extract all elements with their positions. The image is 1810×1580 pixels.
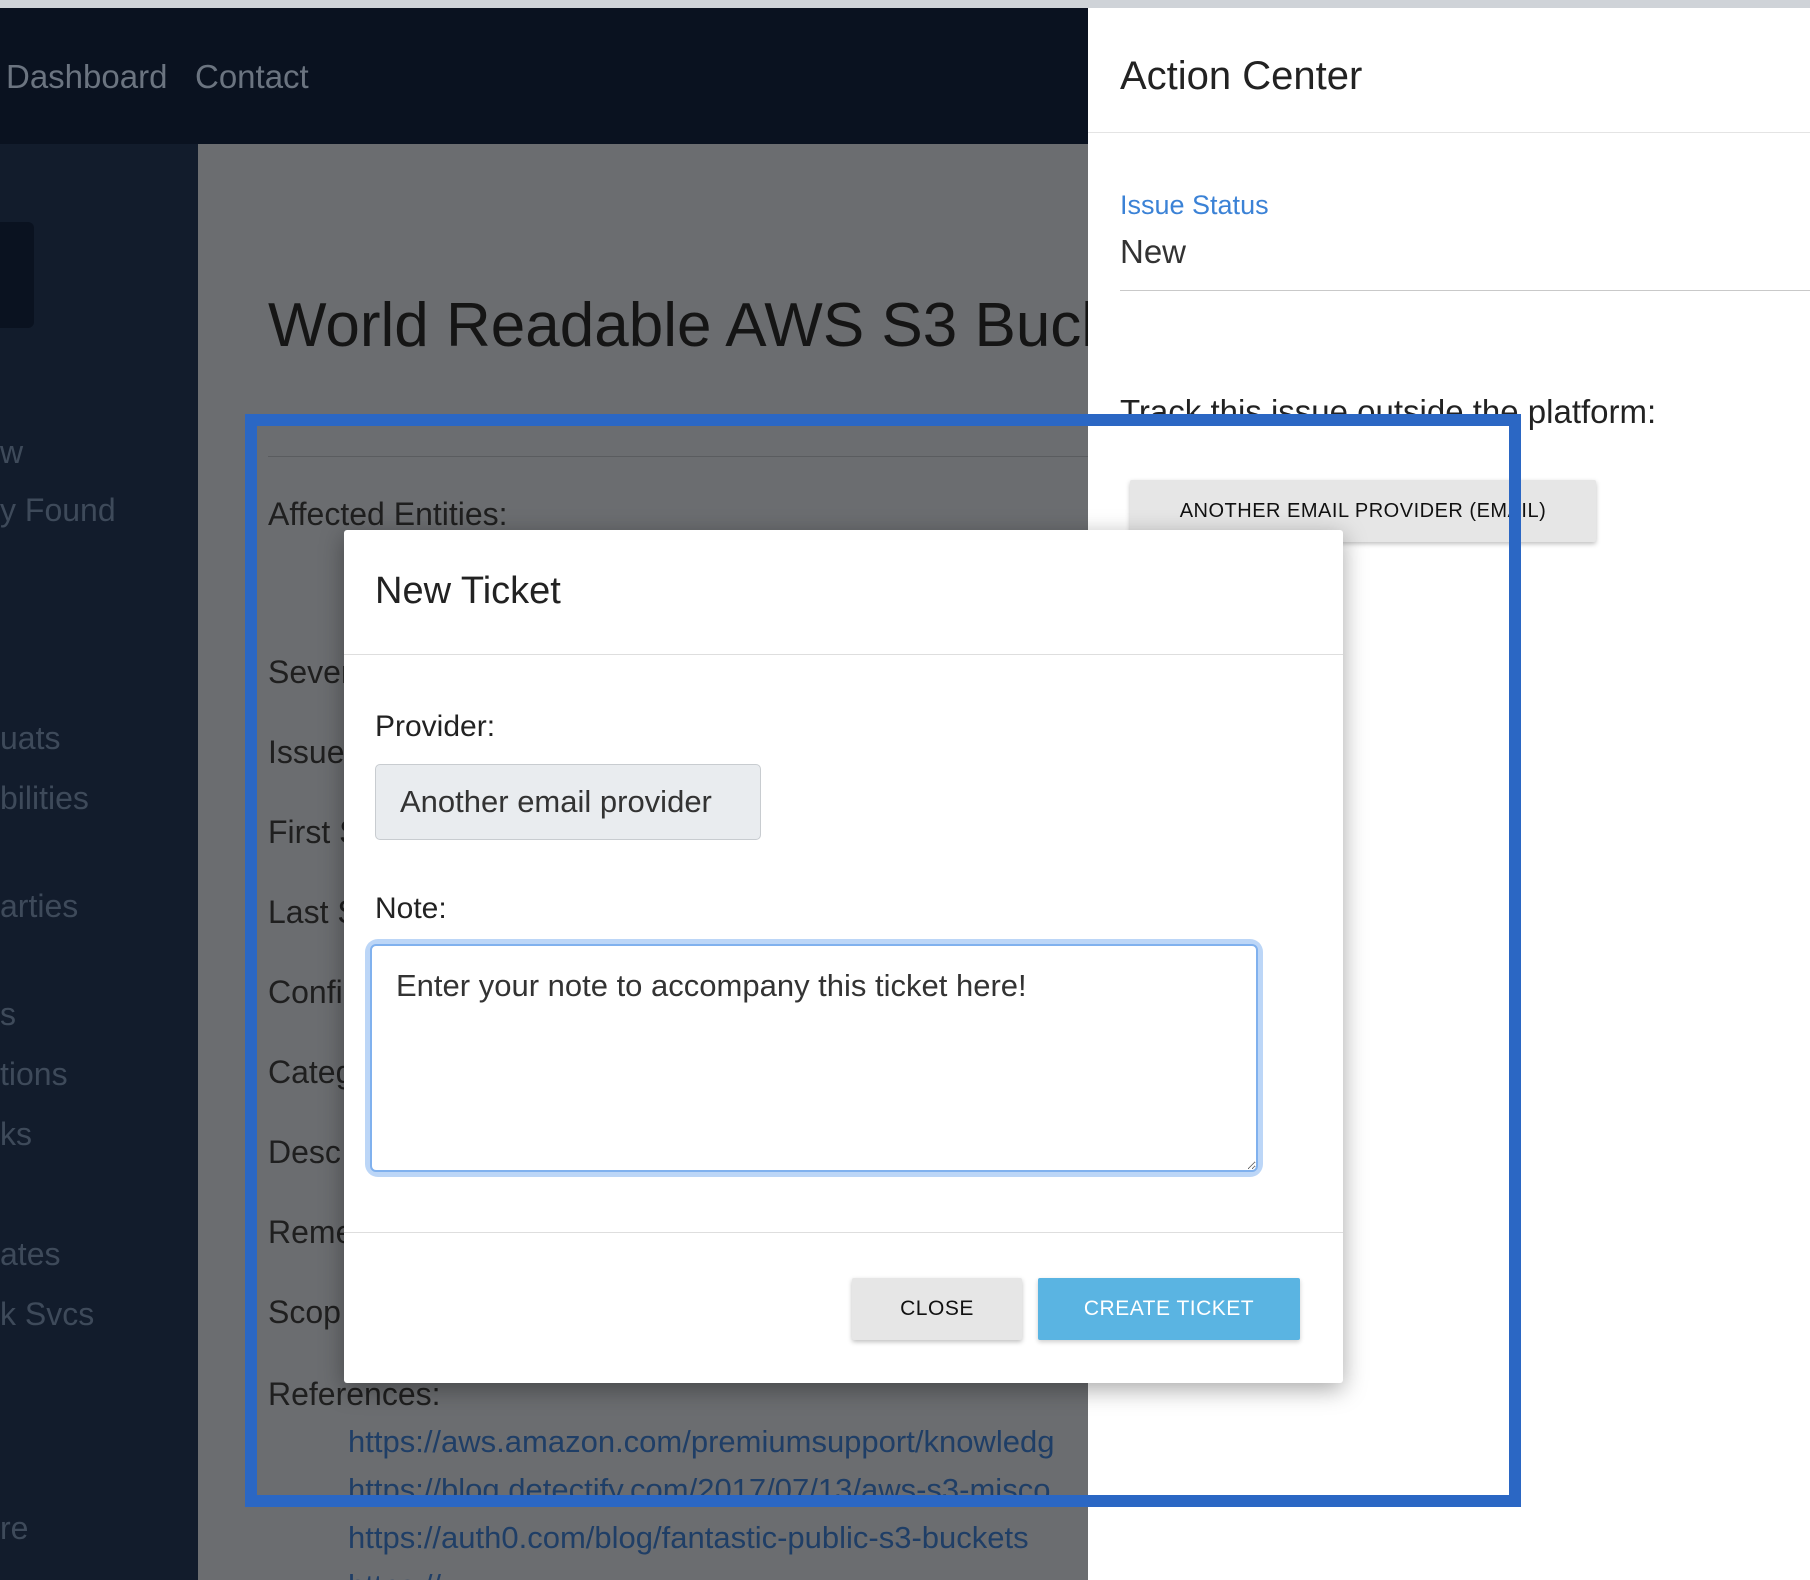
sidebar-item[interactable]: arties (0, 888, 78, 925)
note-textarea[interactable]: Enter your note to accompany this ticket… (370, 944, 1258, 1172)
field-label: Scop (268, 1294, 341, 1330)
close-button[interactable]: CLOSE (852, 1278, 1022, 1340)
note-label: Note: (375, 892, 447, 925)
nav-link-dashboard[interactable]: Dashboard (6, 58, 167, 96)
field-label: Reme (268, 1214, 354, 1250)
nav-link-contact[interactable]: Contact (195, 58, 309, 96)
top-strip (0, 0, 1810, 8)
reference-link[interactable]: https://... (348, 1568, 467, 1580)
sidebar-item[interactable]: tions (0, 1056, 68, 1093)
panel-title: Action Center (1120, 54, 1363, 98)
sidebar-item[interactable]: w (0, 434, 23, 471)
provider-field[interactable] (375, 764, 761, 840)
new-ticket-modal: New Ticket Provider: Note: Enter your no… (344, 530, 1343, 1383)
sidebar-item[interactable]: re (0, 1510, 28, 1547)
note-field-focus-ring: Enter your note to accompany this ticket… (370, 944, 1258, 1172)
sidebar-item[interactable]: k Svcs (0, 1296, 94, 1333)
sidebar: w y Found uats bilities arties s tions k… (0, 144, 198, 1580)
top-navbar: Dashboard Contact (0, 8, 1088, 144)
reference-link[interactable]: https://blog.detectify.com/2017/07/13/aw… (348, 1472, 1050, 1508)
divider (1120, 290, 1810, 291)
field-label: Issue (268, 734, 345, 770)
field-label: Sever (268, 654, 352, 690)
sidebar-item[interactable]: ks (0, 1116, 32, 1153)
field-label: Categ (268, 1054, 354, 1090)
reference-link[interactable]: https://auth0.com/blog/fantastic-public-… (348, 1520, 1029, 1556)
modal-title: New Ticket (375, 570, 561, 612)
sidebar-item[interactable]: s (0, 996, 16, 1033)
field-label: Confi (268, 974, 343, 1010)
logo-icon (0, 222, 34, 328)
sidebar-item[interactable]: y Found (0, 492, 116, 529)
reference-link[interactable]: https://aws.amazon.com/premiumsupport/kn… (348, 1424, 1054, 1460)
issue-status-value[interactable]: New (1120, 233, 1186, 271)
page-title: World Readable AWS S3 Bucke (268, 291, 1088, 360)
divider (344, 1232, 1343, 1233)
divider (1088, 132, 1810, 133)
sidebar-item[interactable]: ates (0, 1236, 60, 1273)
sidebar-item[interactable]: bilities (0, 780, 89, 817)
create-ticket-button[interactable]: CREATE TICKET (1038, 1278, 1300, 1340)
sidebar-item[interactable]: uats (0, 720, 60, 757)
field-label: Affected Entities: (268, 496, 508, 532)
divider (344, 654, 1343, 655)
issue-status-label: Issue Status (1120, 190, 1269, 220)
divider (268, 456, 1088, 457)
provider-label: Provider: (375, 710, 496, 743)
track-issue-text: Track this issue outside the platform: (1120, 393, 1657, 430)
field-label: Desc (268, 1134, 341, 1170)
